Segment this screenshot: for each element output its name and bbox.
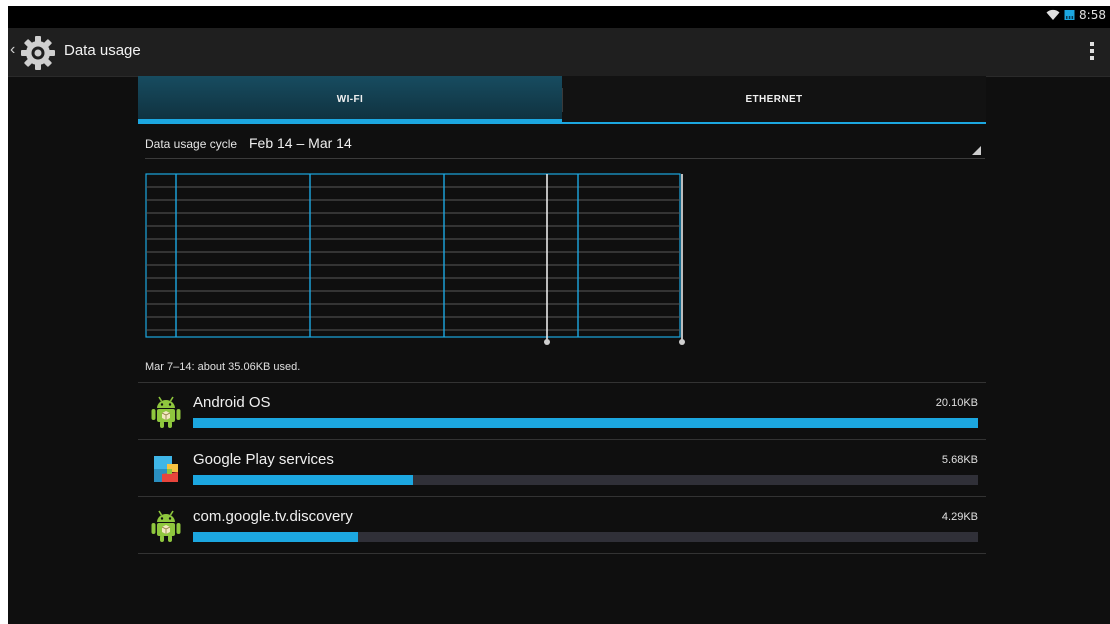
screen: 8:58 ‹ Data usage WI-FI ETHERNET Data us… — [8, 6, 1110, 624]
status-bar: 8:58 — [8, 6, 1110, 28]
app-row-google-play-services[interactable]: Google Play services 5.68KB — [138, 440, 986, 497]
usage-chart — [145, 173, 685, 345]
wifi-icon — [1046, 9, 1060, 20]
usage-summary: Mar 7–14: about 35.06KB used. — [145, 361, 301, 373]
app-usage-size: 20.10KB — [935, 397, 978, 409]
status-icons: 8:58 — [1046, 8, 1106, 22]
cycle-value: Feb 14 – Mar 14 — [249, 135, 352, 151]
tab-underline — [562, 122, 986, 124]
dropdown-arrow-icon — [972, 146, 981, 155]
usage-bar-fill — [193, 475, 413, 485]
usage-bar — [193, 418, 978, 428]
chevron-left-icon[interactable]: ‹ — [10, 41, 15, 59]
app-usage-size: 5.68KB — [941, 454, 978, 466]
android-icon — [151, 510, 181, 542]
clock: 8:58 — [1079, 8, 1106, 22]
tab-ethernet[interactable]: ETHERNET — [562, 76, 986, 124]
chart-dividers — [175, 174, 579, 337]
google-play-services-icon — [154, 456, 178, 482]
gear-icon[interactable] — [20, 35, 56, 71]
data-usage-cycle-spinner[interactable]: Data usage cycle Feb 14 – Mar 14 — [145, 134, 985, 159]
tab-wifi-label: WI-FI — [336, 94, 364, 105]
tab-wifi[interactable]: WI-FI — [138, 76, 562, 124]
page-title: Data usage — [64, 42, 141, 59]
tab-bar: WI-FI ETHERNET — [138, 76, 986, 124]
android-icon — [151, 396, 181, 428]
app-name: Google Play services — [193, 451, 334, 468]
usage-bar-fill — [193, 532, 358, 542]
tab-ethernet-label: ETHERNET — [745, 94, 803, 105]
action-bar: ‹ Data usage — [8, 28, 1110, 77]
cycle-label: Data usage cycle — [145, 137, 238, 151]
chart-gridlines — [146, 186, 680, 331]
cycle-start-handle-knob[interactable] — [544, 339, 550, 345]
app-name: Android OS — [193, 394, 271, 411]
tab-selected-indicator — [138, 119, 562, 124]
chart-frame — [145, 173, 681, 338]
app-name: com.google.tv.discovery — [193, 508, 353, 525]
ethernet-icon — [1064, 10, 1075, 20]
usage-bar — [193, 475, 978, 485]
overflow-menu-icon[interactable] — [1090, 42, 1094, 63]
usage-bar-fill — [193, 418, 978, 428]
tab-divider — [562, 88, 563, 112]
app-row-android-os[interactable]: Android OS 20.10KB — [138, 383, 986, 440]
usage-bar — [193, 532, 978, 542]
app-row-com-google-tv-discovery[interactable]: com.google.tv.discovery 4.29KB — [138, 497, 986, 554]
cycle-end-handle-knob[interactable] — [679, 339, 685, 345]
app-usage-size: 4.29KB — [941, 511, 978, 523]
